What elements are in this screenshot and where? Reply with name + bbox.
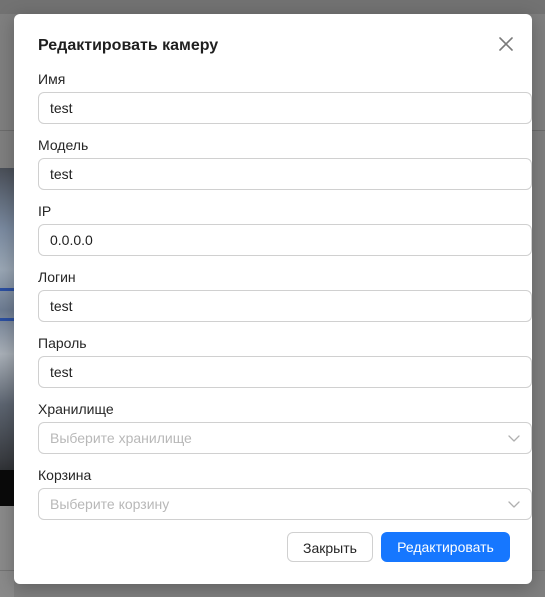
dialog-title: Редактировать камеру [38,37,219,54]
storage-select[interactable]: Выберите хранилище [38,422,532,454]
chevron-down-icon [508,435,520,442]
name-label: Имя [38,71,66,87]
model-input[interactable]: test [38,158,532,190]
close-button[interactable]: Закрыть [287,532,373,562]
password-label: Пароль [38,335,87,351]
login-label: Логин [38,269,76,285]
bin-placeholder: Выберите корзину [50,496,170,512]
background-preview-detail [0,288,14,291]
name-input[interactable]: test [38,92,532,124]
background-preview-detail [0,318,14,321]
background-camera-preview [0,168,14,506]
background-header [0,0,545,14]
bin-label: Корзина [38,467,92,483]
edit-camera-dialog: Редактировать камеру Имя test Модель tes… [14,14,532,584]
ip-label: IP [38,203,52,219]
close-icon[interactable] [494,32,518,56]
bin-select[interactable]: Выберите корзину [38,488,532,520]
submit-edit-button[interactable]: Редактировать [381,532,510,562]
background-panel [0,506,14,597]
login-input[interactable]: test [38,290,532,322]
model-label: Модель [38,137,89,153]
storage-label: Хранилище [38,401,114,417]
background-preview-detail [0,470,14,506]
storage-placeholder: Выберите хранилище [50,430,192,446]
chevron-down-icon [508,501,520,508]
ip-input[interactable]: 0.0.0.0 [38,224,532,256]
password-input[interactable]: test [38,356,532,388]
